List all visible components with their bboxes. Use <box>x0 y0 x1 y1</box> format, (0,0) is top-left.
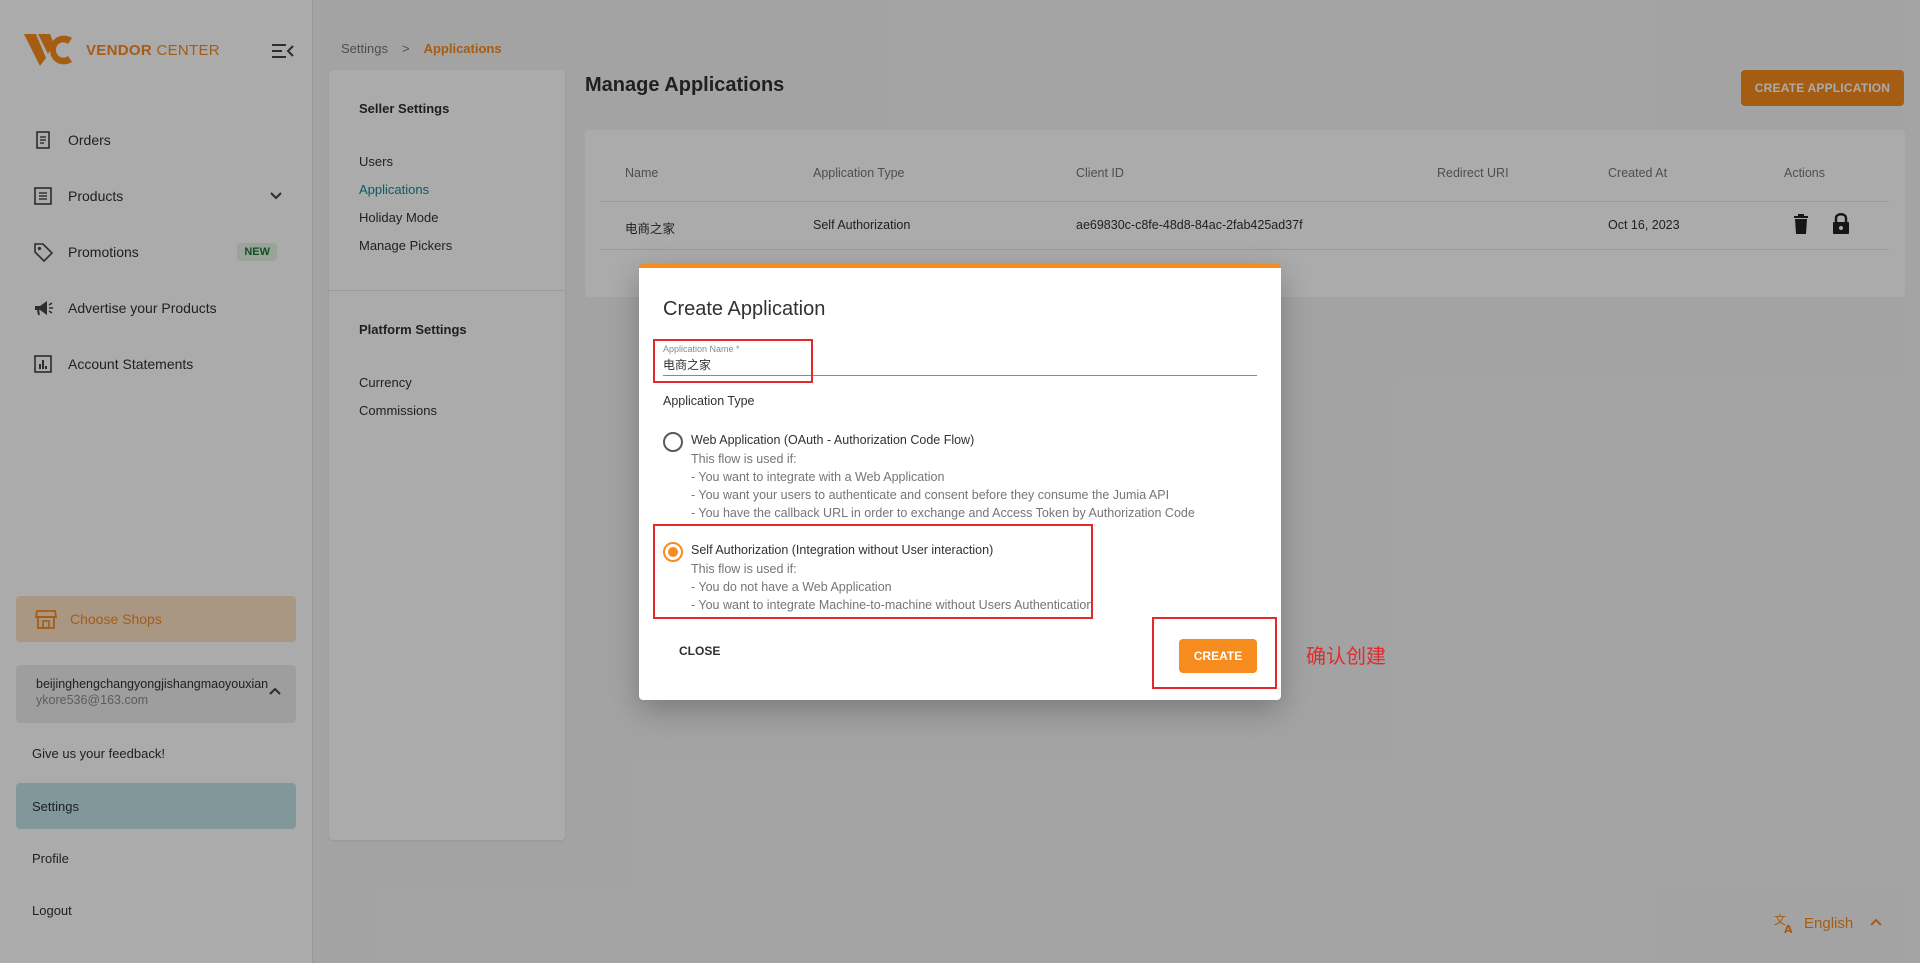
application-type-label: Application Type <box>663 394 755 408</box>
option-description-line: This flow is used if: <box>691 452 797 466</box>
annotation-box-name <box>653 339 813 383</box>
option-description-line: - You have the callback URL in order to … <box>691 506 1195 520</box>
radio-web-application[interactable] <box>663 432 683 452</box>
option-description-line: - You want to integrate with a Web Appli… <box>691 470 945 484</box>
dialog-title: Create Application <box>663 298 826 320</box>
annotation-box-self-authorization <box>653 524 1093 619</box>
option-description-line: - You want your users to authenticate an… <box>691 488 1170 502</box>
annotation-note: 确认创建 <box>1306 646 1386 668</box>
close-button[interactable]: CLOSE <box>663 640 736 662</box>
option-web-application-title[interactable]: Web Application (OAuth - Authorization C… <box>691 433 974 447</box>
annotation-box-create <box>1152 617 1277 689</box>
